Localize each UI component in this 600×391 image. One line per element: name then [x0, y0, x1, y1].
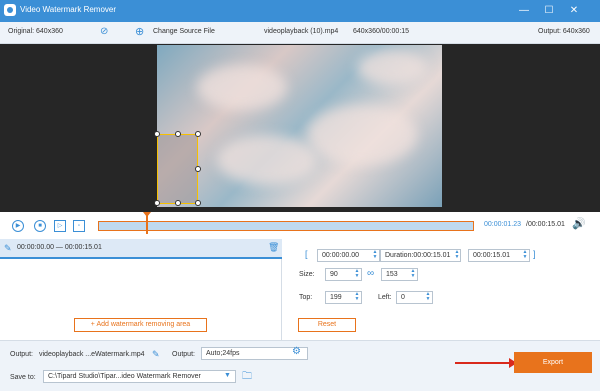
- left-label: Left:: [378, 294, 392, 301]
- maximize-button[interactable]: ☐: [539, 2, 559, 20]
- duration-stepper[interactable]: ▲ ▼: [453, 250, 461, 261]
- link-icon[interactable]: ∞: [367, 268, 374, 279]
- folder-icon[interactable]: 🗀: [242, 369, 252, 386]
- info-bar: Original: 640x360 ⊘ ⊕ Change Source File…: [0, 22, 600, 44]
- frame-icon[interactable]: ▫: [73, 220, 85, 232]
- chevron-down-icon[interactable]: ▼: [224, 372, 231, 379]
- playhead[interactable]: [143, 212, 151, 234]
- left-stepper[interactable]: ▲ ▼: [424, 292, 432, 303]
- gear-icon[interactable]: ⚙: [292, 346, 301, 357]
- segment-row[interactable]: ✎ 00:00:00.00 — 00:00:15.01 🗑: [0, 239, 282, 259]
- stop-icon[interactable]: ■: [34, 220, 46, 232]
- save-path-field[interactable]: C:\Tipard Studio\Tipar...ideo Watermark …: [43, 370, 236, 383]
- end-time-stepper[interactable]: ▲ ▼: [521, 250, 529, 261]
- app-logo-icon: [4, 4, 16, 16]
- original-resolution: Original: 640x360: [8, 28, 63, 35]
- window-title: Video Watermark Remover: [20, 5, 117, 14]
- source-meta: 640x360/00:00:15: [353, 28, 410, 35]
- resize-handle[interactable]: [175, 200, 181, 206]
- resize-handle[interactable]: [154, 131, 160, 137]
- pointer-arrow-icon: [455, 358, 517, 368]
- reset-button[interactable]: Reset: [298, 318, 356, 332]
- add-watermark-area-button[interactable]: + Add watermark removing area: [74, 318, 207, 332]
- output-format-label: Output:: [172, 351, 195, 358]
- volume-icon[interactable]: 🔊: [572, 217, 586, 230]
- watermark-selection-box[interactable]: [154, 131, 201, 206]
- play-range-icon[interactable]: ▷: [54, 220, 66, 232]
- video-frame: [157, 45, 442, 207]
- duration-field[interactable]: Duration:00:00:15.01: [380, 249, 461, 262]
- bracket-start-icon[interactable]: [: [305, 249, 308, 259]
- title-bar: Video Watermark Remover — ☐ ✕: [0, 0, 600, 22]
- top-label: Top:: [299, 294, 313, 301]
- play-icon[interactable]: ▶: [12, 220, 24, 232]
- segment-range: 00:00:00.00 — 00:00:15.01: [17, 244, 102, 251]
- eye-off-icon[interactable]: ⊘: [100, 26, 108, 37]
- add-icon[interactable]: ⊕: [135, 25, 144, 38]
- close-button[interactable]: ✕: [564, 2, 584, 20]
- width-stepper[interactable]: ▲ ▼: [353, 269, 361, 280]
- resize-handle[interactable]: [195, 200, 201, 206]
- size-label: Size:: [299, 271, 315, 278]
- edit-icon[interactable]: ✎: [152, 349, 160, 360]
- delete-icon[interactable]: 🗑: [268, 242, 279, 253]
- change-source-button[interactable]: Change Source File: [153, 28, 215, 35]
- bracket-end-icon[interactable]: ]: [533, 249, 536, 259]
- resize-handle[interactable]: [195, 166, 201, 172]
- total-time: /00:00:15.01: [526, 221, 565, 228]
- start-time-stepper[interactable]: ▲ ▼: [371, 250, 379, 261]
- current-time: 00:00:01.23: [484, 221, 521, 228]
- resize-handle[interactable]: [175, 131, 181, 137]
- output-resolution: Output: 640x360: [538, 28, 590, 35]
- resize-handle[interactable]: [195, 131, 201, 137]
- minimize-button[interactable]: —: [514, 2, 534, 20]
- settings-panel: [ 00:00:00.00 ▲ ▼ Duration:00:00:15.01 ▲ ▼…: [283, 239, 600, 340]
- height-stepper[interactable]: ▲ ▼: [409, 269, 417, 280]
- top-stepper[interactable]: ▲ ▼: [353, 292, 361, 303]
- source-filename: videoplayback (10).mp4: [264, 28, 339, 35]
- save-to-label: Save to:: [10, 374, 36, 381]
- segment-panel: ✎ 00:00:00.00 — 00:00:15.01 🗑 + Add wate…: [0, 239, 282, 340]
- output-label: Output:: [10, 351, 33, 358]
- export-button[interactable]: Export: [514, 352, 592, 373]
- output-filename: videoplayback ...eWatermark.mp4: [39, 351, 145, 358]
- resize-handle[interactable]: [154, 200, 160, 206]
- timeline-track[interactable]: [98, 221, 474, 231]
- brush-icon: ✎: [4, 243, 12, 253]
